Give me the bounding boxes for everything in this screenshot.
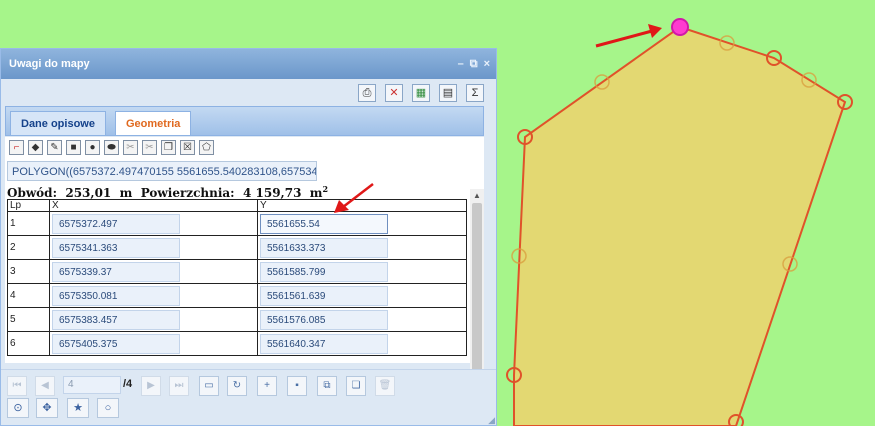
ellipse-icon[interactable]: ⬬ <box>104 140 119 155</box>
draw-line-icon[interactable]: ◆ <box>28 140 43 155</box>
y-coordinate-input[interactable]: 5561561.639 <box>260 285 388 306</box>
page-total: /4 <box>123 378 133 390</box>
geometry-panel: ⌐ ◆ ✎ ■ ● ⬬ ✂ ✂ ❐ ☒ ⬠ POLYGON((6575372.4… <box>5 137 484 363</box>
square-icon[interactable]: ■ <box>66 140 81 155</box>
coordinates-table: Lp X Y 1 6575372.497 5561655.54 2 657534… <box>7 199 467 356</box>
first-page-icon[interactable]: ⏮ <box>7 376 27 396</box>
next-page-icon[interactable]: ▶ <box>141 376 161 396</box>
paging-toolbar: ⏮ ◀ 4 /4 ▶ ⏭ ▭ ↻ + ▪ ⧉ ❏ 🗑 ⊙ ✥ ★ ○ ◢ <box>1 369 496 425</box>
add-point-icon[interactable]: ✎ <box>47 140 62 155</box>
tab-geometria[interactable]: Geometria <box>115 111 192 135</box>
window-titlebar[interactable]: Uwagi do mapy – ⧉ × <box>1 49 496 79</box>
favorite-icon[interactable]: ★ <box>67 398 89 418</box>
row-index: 3 <box>7 259 50 284</box>
window-title: Uwagi do mapy <box>9 58 90 70</box>
polygon-icon[interactable]: ⬠ <box>199 140 214 155</box>
delete-icon[interactable]: ✕ <box>385 84 403 102</box>
map-notes-window: Uwagi do mapy – ⧉ × ⎙ ✕ ▦ ▤ Σ Dane opiso… <box>0 48 497 426</box>
last-page-icon[interactable]: ⏭ <box>169 376 189 396</box>
geometry-toolbar: ⌐ ◆ ✎ ■ ● ⬬ ✂ ✂ ❐ ☒ ⬠ <box>9 140 214 155</box>
close-icon[interactable]: × <box>484 49 490 79</box>
row-index: 1 <box>7 211 50 236</box>
save-icon[interactable]: ▪ <box>287 376 307 396</box>
area-unit: m <box>309 186 323 200</box>
open-folder-icon[interactable]: ▭ <box>199 376 219 396</box>
perimeter-label: Obwód: <box>7 186 57 200</box>
zoom-to-icon[interactable]: ⊙ <box>7 398 29 418</box>
trash-icon[interactable]: 🗑 <box>375 376 395 396</box>
popout-icon[interactable]: ⧉ <box>470 49 478 79</box>
refresh-icon[interactable]: ↻ <box>227 376 247 396</box>
perimeter-value: 253,01 <box>65 186 112 200</box>
table-row: 5 6575383.457 5561576.085 <box>7 307 467 332</box>
x-coordinate-input[interactable]: 6575372.497 <box>52 213 180 234</box>
copy-icon[interactable]: ❐ <box>161 140 176 155</box>
scroll-up-icon[interactable]: ▲ <box>473 191 481 200</box>
x-coordinate-input[interactable]: 6575341.363 <box>52 237 180 258</box>
wkt-field[interactable]: POLYGON((6575372.497470155 5561655.54028… <box>7 161 317 181</box>
column-header-x: X <box>49 199 258 212</box>
minimize-icon[interactable]: – <box>458 49 464 79</box>
cut-disabled-icon[interactable]: ✂ <box>142 140 157 155</box>
save-all-icon[interactable]: ⧉ <box>317 376 337 396</box>
cut-icon[interactable]: ✂ <box>123 140 138 155</box>
prev-page-icon[interactable]: ◀ <box>35 376 55 396</box>
resize-grip-icon[interactable]: ◢ <box>488 415 495 425</box>
table-row: 6 6575405.375 5561640.347 <box>7 331 467 356</box>
arrow-annotation-table <box>334 183 374 213</box>
excel-export-icon[interactable]: ▦ <box>412 84 430 102</box>
table-icon[interactable]: ▤ <box>439 84 457 102</box>
perimeter-unit: m <box>119 186 133 200</box>
circle-icon[interactable]: ● <box>85 140 100 155</box>
pan-icon[interactable]: ✥ <box>36 398 58 418</box>
table-row: 4 6575350.081 5561561.639 <box>7 283 467 308</box>
tab-strip: Dane opisowe Geometria <box>5 106 484 136</box>
y-coordinate-input[interactable]: 5561633.373 <box>260 237 388 258</box>
area-value: 4 159,73 <box>242 186 302 200</box>
row-index: 4 <box>7 283 50 308</box>
x-coordinate-input[interactable]: 6575383.457 <box>52 309 180 330</box>
duplicate-icon[interactable]: ❏ <box>346 376 366 396</box>
table-row: 1 6575372.497 5561655.54 <box>7 211 467 236</box>
window-toolbar: ⎙ ✕ ▦ ▤ Σ <box>1 79 496 105</box>
row-index: 6 <box>7 331 50 356</box>
y-coordinate-input[interactable]: 5561585.799 <box>260 261 388 282</box>
tab-dane-opisowe[interactable]: Dane opisowe <box>10 111 106 135</box>
scrollbar-thumb[interactable] <box>472 203 482 377</box>
y-coordinate-input[interactable]: 5561640.347 <box>260 333 388 354</box>
arrow-annotation-map <box>595 24 662 48</box>
add-icon[interactable]: + <box>257 376 277 396</box>
x-coordinate-input[interactable]: 6575405.375 <box>52 333 180 354</box>
circle-select-icon[interactable]: ○ <box>97 398 119 418</box>
y-coordinate-input[interactable]: 5561576.085 <box>260 309 388 330</box>
measurements: Obwód: 253,01 m Powierzchnia: 4 159,73 m… <box>7 184 328 200</box>
sum-icon[interactable]: Σ <box>466 84 484 102</box>
x-coordinate-input[interactable]: 6575350.081 <box>52 285 180 306</box>
table-row: 3 6575339.37 5561585.799 <box>7 259 467 284</box>
area-label: Powierzchnia: <box>140 186 235 200</box>
delete-geometry-icon[interactable]: ☒ <box>180 140 195 155</box>
edited-polygon[interactable] <box>513 25 847 426</box>
print-icon[interactable]: ⎙ <box>358 84 376 102</box>
row-index: 5 <box>7 307 50 332</box>
vertex-handle-selected[interactable] <box>671 18 689 36</box>
page-number-input[interactable]: 4 <box>63 376 121 394</box>
column-header-lp: Lp <box>7 199 50 212</box>
edit-vertex-icon[interactable]: ⌐ <box>9 140 24 155</box>
table-row: 2 6575341.363 5561633.373 <box>7 235 467 260</box>
x-coordinate-input[interactable]: 6575339.37 <box>52 261 180 282</box>
row-index: 2 <box>7 235 50 260</box>
